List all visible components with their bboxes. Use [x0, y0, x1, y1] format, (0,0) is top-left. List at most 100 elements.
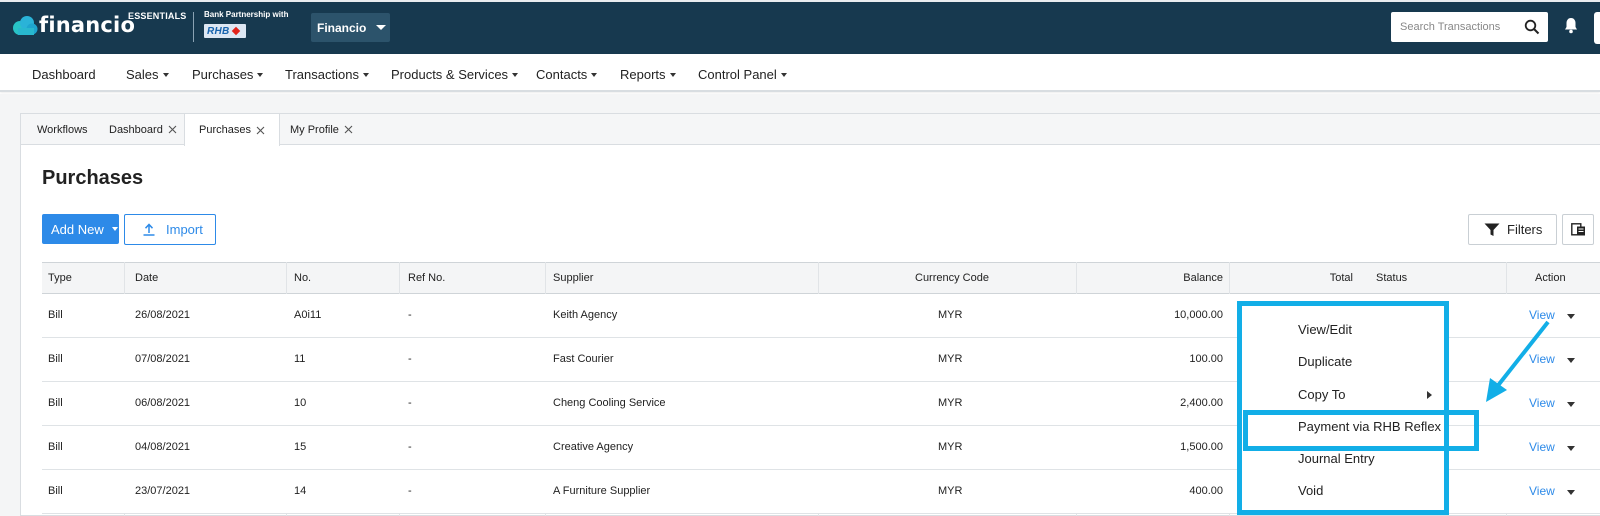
action-dropdown-icon[interactable] [1567, 402, 1575, 407]
view-link[interactable]: View [1529, 440, 1555, 454]
column-header-supplier[interactable]: Supplier [553, 272, 593, 284]
cell-balance: 10,000.00 [1174, 309, 1223, 321]
rhb-diamond-icon [231, 26, 240, 36]
nav-sales[interactable]: Sales [126, 67, 169, 82]
nav-transactions[interactable]: Transactions [285, 67, 369, 82]
caret-down-icon [362, 73, 369, 77]
tab-dashboard[interactable]: Dashboard [109, 114, 177, 145]
cell-date: 04/08/2021 [135, 441, 191, 453]
cell-no: A0i11 [294, 309, 322, 321]
nav-contacts[interactable]: Contacts [536, 67, 598, 82]
rhb-logo: RHB [204, 24, 246, 38]
caret-down-icon [512, 73, 519, 77]
cell-type: Bill [48, 353, 63, 365]
add-new-label: Add New [51, 221, 104, 237]
cell-ref-no: - [408, 309, 412, 321]
cell-supplier: Creative Agency [553, 441, 634, 453]
columns-icon [1570, 223, 1585, 236]
upload-icon [143, 223, 155, 236]
action-dropdown-icon[interactable] [1567, 446, 1575, 451]
main-nav: Dashboard Sales Purchases Transactions P… [0, 54, 1600, 92]
view-link[interactable]: View [1529, 484, 1555, 498]
header-divider [193, 12, 194, 42]
search-input[interactable] [1391, 12, 1517, 42]
cell-supplier: Fast Courier [553, 353, 614, 365]
menu-item-void[interactable]: Void [1298, 483, 1323, 498]
chevron-down-icon [376, 25, 387, 30]
cell-balance: 2,400.00 [1180, 397, 1223, 409]
column-header-balance[interactable]: Balance [1183, 272, 1223, 284]
menu-item-view-edit[interactable]: View/Edit [1298, 322, 1352, 337]
cell-ref-no: - [408, 353, 412, 365]
cell-no: 14 [294, 485, 307, 497]
column-settings-button[interactable] [1562, 214, 1594, 245]
cell-no: 11 [294, 353, 306, 365]
nav-purchases[interactable]: Purchases [192, 67, 264, 82]
cell-date: 06/08/2021 [135, 397, 191, 409]
filters-button[interactable]: Filters [1468, 214, 1557, 245]
nav-dashboard[interactable]: Dashboard [32, 67, 96, 82]
financio-logo[interactable]: financio [12, 13, 136, 37]
menu-item-duplicate[interactable]: Duplicate [1298, 354, 1352, 369]
caret-down-icon [780, 73, 787, 77]
column-header-no[interactable]: No. [294, 272, 311, 284]
cell-balance: 100.00 [1189, 353, 1223, 365]
cell-supplier: Keith Agency [553, 309, 618, 321]
action-dropdown-icon[interactable] [1567, 490, 1575, 495]
column-header-total[interactable]: Total [1330, 272, 1353, 284]
table-header: Type Date No. Ref No. Supplier Currency … [42, 262, 1600, 294]
bank-partnership-label: Bank Partnership with [204, 10, 289, 19]
tab-my-profile[interactable]: My Profile [290, 114, 353, 145]
workspace-tabs: Workflows Dashboard Purchases My Profile [21, 114, 1600, 146]
cell-type: Bill [48, 485, 63, 497]
nav-control-panel[interactable]: Control Panel [698, 67, 787, 82]
cell-ref-no: - [408, 397, 412, 409]
column-header-currency-code[interactable]: Currency Code [915, 272, 989, 284]
column-header-type[interactable]: Type [48, 272, 72, 284]
search-icon[interactable] [1524, 19, 1540, 35]
cell-date: 26/08/2021 [135, 309, 191, 321]
cell-currency: MYR [938, 397, 963, 409]
close-icon[interactable] [256, 126, 265, 135]
import-label: Import [166, 222, 203, 237]
menu-item-copy-to[interactable]: Copy To [1298, 387, 1345, 402]
browser-strip [0, 0, 1600, 2]
cell-type: Bill [48, 309, 63, 321]
column-header-date[interactable]: Date [135, 272, 158, 284]
tab-purchases[interactable]: Purchases [184, 114, 280, 146]
add-new-button[interactable]: Add New [42, 214, 119, 244]
annotation-arrow-icon [1486, 320, 1550, 402]
cell-balance: 1,500.00 [1180, 441, 1223, 453]
caret-down-icon [257, 73, 264, 77]
action-context-menu: View/Edit Duplicate Copy To Payment via … [1237, 301, 1449, 515]
nav-products-services[interactable]: Products & Services [391, 67, 519, 82]
cell-type: Bill [48, 397, 63, 409]
import-button[interactable]: Import [124, 214, 216, 245]
user-menu-button[interactable] [1594, 12, 1600, 44]
rhb-logo-text: RHB [207, 25, 230, 37]
filters-label: Filters [1507, 222, 1543, 237]
cell-no: 10 [294, 397, 307, 409]
cell-currency: MYR [938, 441, 963, 453]
annotation-highlight-box [1243, 410, 1479, 451]
logo-text: financio [39, 13, 136, 37]
close-icon[interactable] [344, 125, 353, 134]
column-header-status[interactable]: Status [1376, 272, 1407, 284]
cell-no: 15 [294, 441, 307, 453]
cell-ref-no: - [408, 485, 412, 497]
menu-item-journal-entry[interactable]: Journal Entry [1298, 451, 1375, 466]
close-icon[interactable] [168, 125, 177, 134]
cell-ref-no: - [408, 441, 412, 453]
bell-icon[interactable] [1564, 17, 1578, 34]
cell-currency: MYR [938, 353, 963, 365]
caret-down-icon [591, 73, 598, 77]
action-dropdown-icon[interactable] [1567, 314, 1575, 319]
cell-supplier: Cheng Cooling Service [553, 397, 666, 409]
search-box [1391, 12, 1548, 42]
nav-reports[interactable]: Reports [620, 67, 676, 82]
column-header-ref-no[interactable]: Ref No. [408, 272, 445, 284]
company-name: Financio [317, 20, 367, 35]
tab-workflows[interactable]: Workflows [37, 114, 88, 145]
action-dropdown-icon[interactable] [1567, 358, 1575, 363]
company-selector[interactable]: Financio [311, 13, 390, 42]
